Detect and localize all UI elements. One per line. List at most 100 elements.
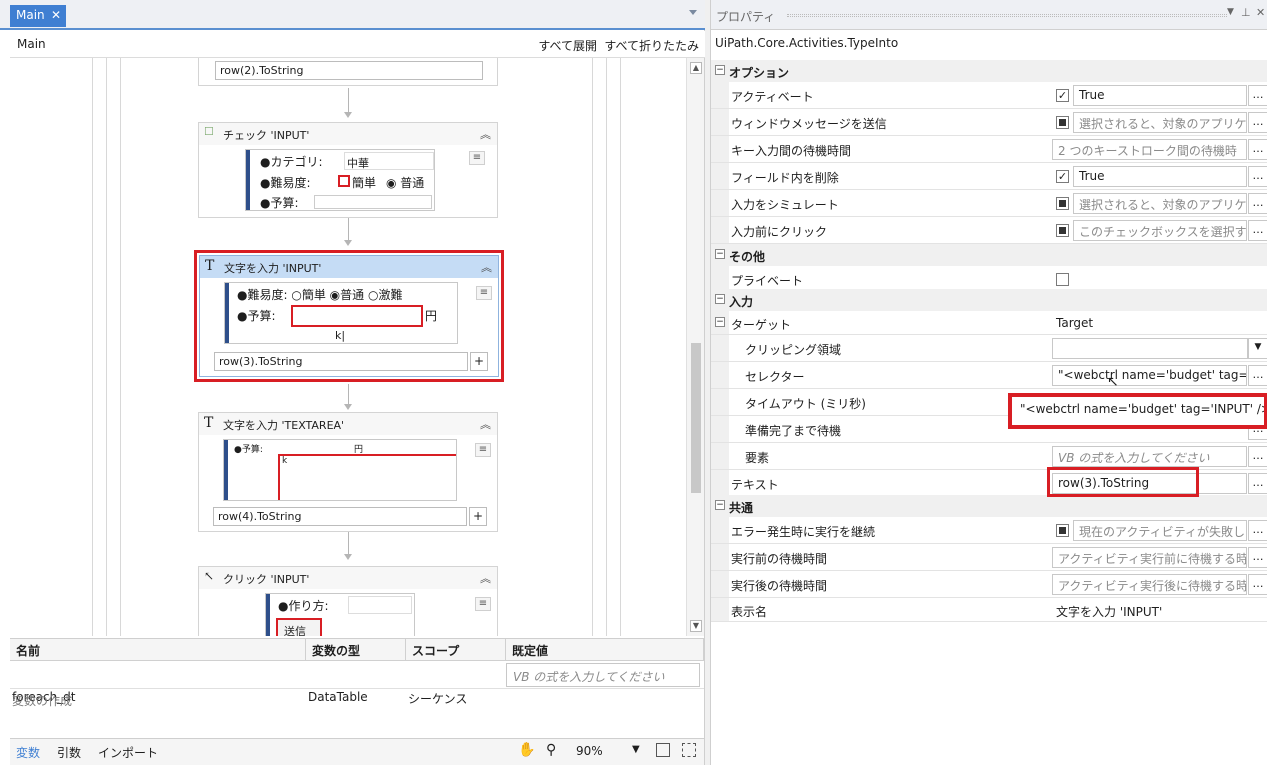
activity-type-into-textarea[interactable]: T 文字を入力 'TEXTAREA' ︽ ●予算: 円 k ≡ row(4).T… xyxy=(198,412,498,532)
edit-button[interactable]: … xyxy=(1248,547,1267,568)
edit-button[interactable]: … xyxy=(1248,166,1267,187)
property-empty-field[interactable]: フィールド内を削除 ✓ True … xyxy=(711,163,1267,190)
zoom-dropdown-icon[interactable]: ▼ xyxy=(632,744,640,755)
property-delay-before[interactable]: 実行前の待機時間 アクティビティ実行前に待機する時 … xyxy=(711,544,1267,571)
property-delay-between-keys[interactable]: キー入力間の待機時間 2 つのキーストローク間の待機時 … xyxy=(711,136,1267,163)
property-activate[interactable]: アクティベート ✓ True … xyxy=(711,82,1267,109)
category-common[interactable]: − 共通 xyxy=(711,495,1267,517)
default-value-input[interactable]: VB の式を入力してください xyxy=(506,663,700,687)
click-before-checkbox[interactable] xyxy=(1056,224,1069,237)
chevron-down-icon[interactable]: ▼ xyxy=(1248,338,1267,359)
category-input[interactable]: − 入力 xyxy=(711,289,1267,311)
edit-button[interactable]: … xyxy=(1248,220,1267,241)
selector-input[interactable]: "<webctrl name='budget' tag= xyxy=(1052,365,1247,386)
expression-field[interactable]: row(2).ToString xyxy=(215,61,483,80)
create-variable-link[interactable]: 変数の作成 xyxy=(12,692,72,709)
tab-arguments[interactable]: 引数 xyxy=(57,744,81,761)
zoom-level[interactable]: 90% xyxy=(576,744,603,758)
delay-before-input[interactable]: アクティビティ実行前に待機する時 xyxy=(1052,547,1247,568)
add-button[interactable]: + xyxy=(470,352,488,371)
pin-icon[interactable]: ⊥ xyxy=(1241,6,1251,19)
column-header-scope[interactable]: スコープ xyxy=(406,639,506,661)
scroll-thumb[interactable] xyxy=(691,343,701,493)
click-before-value[interactable]: このチェックボックスを選択す xyxy=(1073,220,1247,241)
edit-button[interactable]: … xyxy=(1248,139,1267,160)
property-delay-after[interactable]: 実行後の待機時間 アクティビティ実行後に待機する時 … xyxy=(711,571,1267,598)
send-window-message-value[interactable]: 選択されると、対象のアプリケ xyxy=(1073,112,1247,133)
property-continue-on-error[interactable]: エラー発生時に実行を継続 現在のアクティビティが失敗し … xyxy=(711,517,1267,544)
private-checkbox[interactable] xyxy=(1056,273,1069,286)
overview-icon[interactable] xyxy=(682,743,696,757)
delay-between-keys-input[interactable]: 2 つのキーストローク間の待機時 xyxy=(1052,139,1247,160)
continue-on-error-checkbox[interactable] xyxy=(1056,524,1069,537)
display-name-value[interactable]: 文字を入力 'INPUT' xyxy=(1056,603,1162,620)
text-expression-field[interactable]: row(4).ToString xyxy=(213,507,467,526)
expand-all-link[interactable]: すべて展開 xyxy=(538,37,597,54)
property-display-name[interactable]: 表示名 文字を入力 'INPUT' xyxy=(711,598,1267,622)
menu-icon[interactable]: ≡ xyxy=(476,286,492,300)
collapse-icon[interactable]: ︽ xyxy=(480,126,491,142)
activate-checkbox[interactable]: ✓ xyxy=(1056,89,1069,102)
edit-button[interactable]: … xyxy=(1248,193,1267,214)
element-input[interactable]: VB の式を入力してください xyxy=(1052,446,1247,467)
activity-type-into-input[interactable]: T 文字を入力 'INPUT' ︽ ●難易度: ○簡単 ◉普通 ○激難 ●予算:… xyxy=(199,255,499,377)
property-selector[interactable]: セレクター "<webctrl name='budget' tag= … ↖ xyxy=(711,362,1267,390)
activity-click-input[interactable]: ↖ クリック 'INPUT' ︽ ●作り方: 送信 ≡ xyxy=(198,566,498,636)
activate-value[interactable]: True xyxy=(1073,85,1247,106)
breadcrumb-main[interactable]: Main xyxy=(17,37,46,51)
empty-field-checkbox[interactable]: ✓ xyxy=(1056,170,1069,183)
property-click-before-typing[interactable]: 入力前にクリック このチェックボックスを選択す … xyxy=(711,217,1267,244)
menu-icon[interactable]: ≡ xyxy=(469,151,485,165)
edit-button[interactable]: … xyxy=(1248,446,1267,467)
scroll-down-icon[interactable]: ▼ xyxy=(690,620,702,632)
column-header-name[interactable]: 名前 xyxy=(10,639,306,661)
hand-pan-icon[interactable]: ✋ xyxy=(518,742,535,758)
category-misc[interactable]: − その他 xyxy=(711,244,1267,266)
property-element[interactable]: 要素 VB の式を入力してください … xyxy=(711,443,1267,470)
variable-scope[interactable]: シーケンス xyxy=(406,685,469,711)
simulate-value[interactable]: 選択されると、対象のアプリケ xyxy=(1073,193,1247,214)
edit-button[interactable]: … xyxy=(1248,365,1267,386)
magnifier-icon[interactable]: ⚲ xyxy=(546,742,556,758)
menu-icon[interactable]: ≡ xyxy=(475,597,491,611)
continue-on-error-value[interactable]: 現在のアクティビティが失敗し xyxy=(1073,520,1247,541)
add-button[interactable]: + xyxy=(469,507,487,526)
expand-toggle-icon[interactable]: − xyxy=(715,317,725,327)
category-options[interactable]: − オプション xyxy=(711,60,1267,82)
edit-button[interactable]: … xyxy=(1248,473,1267,494)
tab-variables[interactable]: 変数 xyxy=(16,744,40,761)
tab-dropdown-icon[interactable] xyxy=(689,10,697,15)
tab-imports[interactable]: インポート xyxy=(98,744,158,761)
table-row[interactable]: foreach_dt DataTable シーケンス VB の式を入力してくださ… xyxy=(10,662,704,706)
scroll-up-icon[interactable]: ▲ xyxy=(690,62,702,74)
activity-check-input[interactable]: ☐ チェック 'INPUT' ︽ ●カテゴリ: 中華 ●難易度: 簡単 ◉ 普通… xyxy=(198,122,498,218)
close-icon[interactable]: ✕ xyxy=(51,8,61,22)
menu-icon[interactable]: ≡ xyxy=(475,443,491,457)
edit-button[interactable]: … xyxy=(1248,574,1267,595)
collapse-all-link[interactable]: すべて折りたたみ xyxy=(604,37,699,54)
workflow-canvas[interactable]: row(2).ToString ☐ チェック 'INPUT' ︽ ●カテゴリ: … xyxy=(10,58,686,636)
tab-main[interactable]: Main ✕ xyxy=(10,5,66,27)
fit-to-screen-icon[interactable] xyxy=(656,743,670,757)
property-target[interactable]: − ターゲット Target xyxy=(711,311,1267,335)
edit-button[interactable]: … xyxy=(1248,85,1267,106)
clipping-region-select[interactable] xyxy=(1052,338,1248,359)
empty-field-value[interactable]: True xyxy=(1073,166,1247,187)
collapse-icon[interactable]: ︽ xyxy=(480,416,491,432)
edit-button[interactable]: … xyxy=(1248,520,1267,541)
property-simulate-type[interactable]: 入力をシミュレート 選択されると、対象のアプリケ … xyxy=(711,190,1267,217)
dropdown-icon[interactable]: ▼ xyxy=(1227,7,1234,17)
text-expression-field[interactable]: row(3).ToString xyxy=(214,352,468,371)
property-clipping-region[interactable]: クリッピング領域 ▼ xyxy=(711,335,1267,362)
simulate-checkbox[interactable] xyxy=(1056,197,1069,210)
collapse-icon[interactable]: ︽ xyxy=(480,570,491,586)
column-header-default[interactable]: 既定値 xyxy=(506,639,704,661)
variable-type[interactable]: DataTable xyxy=(306,685,370,711)
property-send-window-message[interactable]: ウィンドウメッセージを送信 選択されると、対象のアプリケ … xyxy=(711,109,1267,136)
close-icon[interactable]: ✕ xyxy=(1256,6,1265,19)
send-window-message-checkbox[interactable] xyxy=(1056,116,1069,129)
column-header-type[interactable]: 変数の型 xyxy=(306,639,406,661)
collapse-icon[interactable]: ︽ xyxy=(481,259,492,275)
activity-card[interactable]: row(2).ToString xyxy=(198,58,498,86)
edit-button[interactable]: … xyxy=(1248,112,1267,133)
